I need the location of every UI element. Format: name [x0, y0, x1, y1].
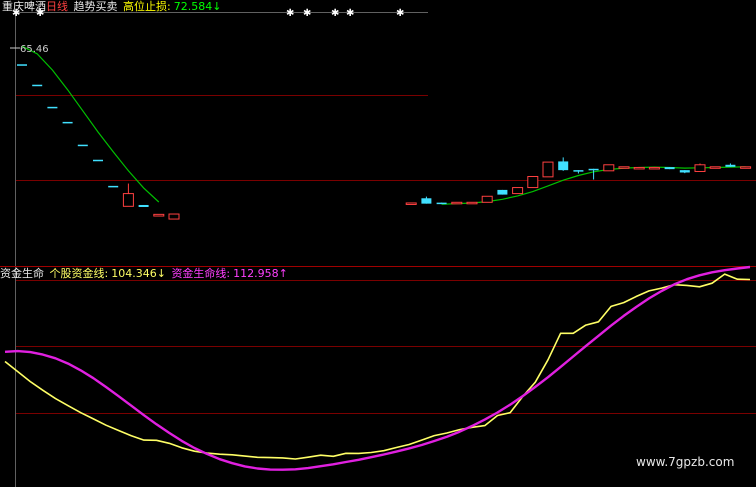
candle-body — [451, 201, 463, 205]
top-header: 重庆啤酒日线 趋势买卖 高位止损: 72.584↓ — [2, 0, 221, 13]
signal-marker: ✱ — [346, 8, 354, 19]
candle-body — [527, 176, 539, 189]
life-line — [4, 265, 751, 471]
candle-body — [588, 168, 599, 171]
ma-line — [21, 45, 160, 203]
signal-marker: ✱ — [396, 8, 404, 19]
period-label[interactable]: 日线 — [46, 0, 68, 13]
fund-indicator-name[interactable]: 资金生命 — [0, 267, 44, 280]
signal-marker: ✱ — [303, 8, 311, 19]
candle-body — [108, 185, 119, 188]
candle-body — [679, 170, 690, 173]
life-line-arrow: ↑ — [278, 267, 288, 280]
stop-label: 高位止损: — [123, 0, 171, 13]
life-line-value: 112.958 — [233, 267, 279, 280]
price-chart: 65.46 — [10, 44, 752, 220]
candle-body — [168, 213, 180, 220]
candle-body — [558, 161, 569, 171]
bottom-header: 资金生命 个股资金线: 104.346↓ 资金生命线: 112.958↑ — [0, 267, 288, 280]
candle-body — [633, 166, 645, 170]
candle-body — [664, 167, 675, 170]
fund-line — [4, 273, 751, 460]
candle-body — [32, 84, 43, 87]
fund-line-value: 104.346 — [111, 267, 157, 280]
candle-body — [138, 204, 149, 207]
candle-body — [618, 166, 630, 169]
candle-body — [725, 164, 736, 167]
stop-value: 72.584 — [173, 0, 213, 13]
high-value-label: 65.46 — [20, 44, 49, 55]
life-line-label: 资金生命线: — [171, 267, 231, 280]
chart-canvas: ✱ ✱ ✱ ✱ ✱ ✱ ✱ 65.46 — [0, 8, 756, 487]
candle-body — [17, 64, 27, 66]
fund-line-label: 个股资金线: — [49, 267, 109, 280]
watermark: www.7gpzb.com — [636, 455, 735, 469]
candle-body — [648, 166, 660, 170]
stock-name[interactable]: 重庆啤酒 — [2, 0, 46, 13]
candle-body — [542, 161, 554, 178]
fund-line-arrow: ↓ — [156, 267, 166, 280]
candle-body — [122, 193, 134, 207]
candle-body — [603, 164, 615, 172]
candle-body — [466, 201, 478, 205]
candle-body — [573, 170, 584, 172]
fund-chart — [4, 265, 751, 471]
candle-body — [709, 166, 721, 169]
candle-body — [497, 189, 508, 195]
signal-marker: ✱ — [331, 8, 339, 19]
signal-marker: ✱ — [286, 8, 294, 19]
stop-arrow: ↓ — [212, 0, 222, 13]
candle-body — [153, 213, 165, 217]
candle-body — [740, 166, 752, 169]
candle-body — [512, 187, 524, 195]
indicator-name[interactable]: 趋势买卖 — [74, 0, 118, 13]
candle-body — [481, 195, 493, 203]
candle-body — [77, 144, 88, 147]
candle-body — [694, 164, 706, 172]
candle-body — [93, 159, 103, 162]
candle-body — [436, 202, 447, 205]
candle-body — [62, 121, 73, 124]
grid-lines — [16, 95, 756, 414]
candle-body — [405, 202, 417, 205]
candle-body — [421, 198, 432, 204]
candle-body — [47, 106, 58, 109]
